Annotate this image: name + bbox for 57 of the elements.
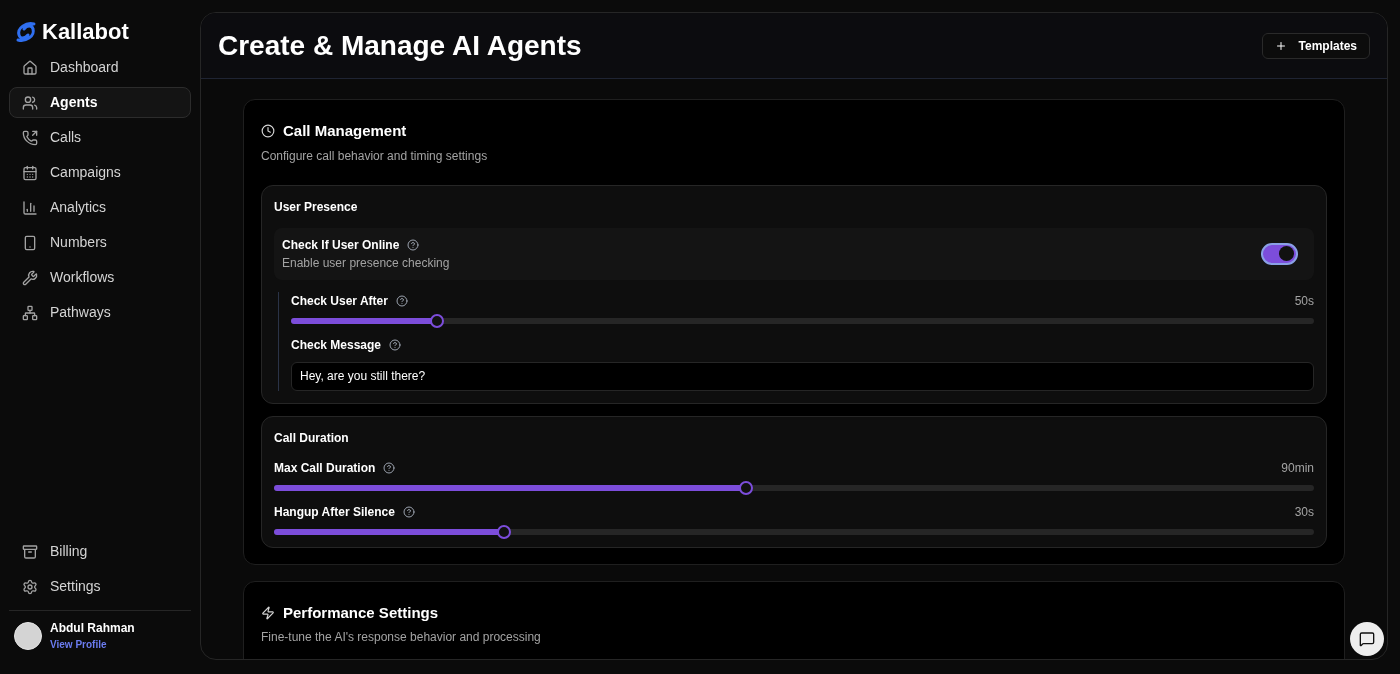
slider-thumb[interactable]: [739, 480, 754, 495]
page-title: Create & Manage AI Agents: [218, 28, 582, 63]
phone-icon: [22, 129, 38, 146]
section-title: Performance Settings: [283, 602, 439, 623]
nav-item[interactable]: Numbers: [9, 227, 191, 258]
toggle-description: Enable user presence checking: [282, 254, 450, 272]
slider-value: 50s: [1294, 292, 1314, 310]
user-name: Abdul Rahman: [50, 620, 135, 637]
nav-item[interactable]: Dashboard: [9, 52, 191, 83]
section-subtitle: Fine-tune the AI's response behavior and processing: [261, 629, 542, 646]
nav-item[interactable]: Workflows: [9, 262, 191, 293]
brand-name: Kallabot: [42, 21, 129, 43]
hierarchy-icon: [22, 304, 38, 321]
tools-icon: [22, 269, 38, 286]
nav-item[interactable]: Billing: [9, 536, 191, 567]
chat-button[interactable]: [1350, 622, 1384, 656]
section-subtitle: Configure call behavior and timing settings: [261, 147, 489, 165]
view-profile-link[interactable]: View Profile: [50, 637, 135, 652]
toggle-switch[interactable]: [1261, 242, 1298, 265]
plus-icon: [1274, 39, 1287, 52]
toggle-label: Check If User Online: [282, 236, 400, 254]
help-icon: [383, 461, 396, 474]
field-label: Check User After: [291, 292, 388, 310]
nav-item[interactable]: Agents: [9, 87, 191, 118]
field-label: Max Call Duration: [274, 459, 376, 477]
nav-item[interactable]: Settings: [9, 571, 191, 602]
help-icon: [402, 505, 415, 518]
slider-thumb[interactable]: [496, 524, 511, 539]
users-icon: [22, 94, 38, 111]
logo-icon: [14, 20, 38, 44]
bar-chart-icon: [22, 199, 38, 216]
avatar: [14, 621, 42, 650]
field-label: Hangup After Silence: [274, 503, 395, 521]
field-label: Check Message: [291, 336, 382, 354]
nav-item[interactable]: Analytics: [9, 192, 191, 223]
templates-button[interactable]: Templates: [1261, 32, 1370, 59]
section-title: Call Management: [283, 121, 407, 141]
group-title: User Presence: [274, 198, 359, 216]
group-title: Call Duration: [274, 429, 350, 447]
nav-item[interactable]: Calls: [9, 122, 191, 153]
chat-icon: [1359, 631, 1375, 647]
home-icon: [22, 59, 38, 76]
help-icon: [389, 338, 402, 351]
box-icon: [22, 543, 38, 560]
slider-thumb[interactable]: [430, 313, 445, 328]
nav-item[interactable]: Pathways: [9, 297, 191, 328]
calendar-icon: [22, 164, 38, 181]
clock-icon: [261, 124, 275, 139]
help-icon: [395, 294, 408, 307]
nav-item[interactable]: Campaigns: [9, 157, 191, 188]
settings-icon: [22, 578, 38, 595]
slider-value: 90min: [1281, 459, 1314, 477]
slider-value: 30s: [1294, 503, 1314, 521]
help-icon: [407, 238, 420, 251]
lightning-icon: [261, 605, 275, 620]
phone-device-icon: [22, 234, 38, 251]
message-input[interactable]: Hey, are you still there?: [291, 361, 1314, 391]
